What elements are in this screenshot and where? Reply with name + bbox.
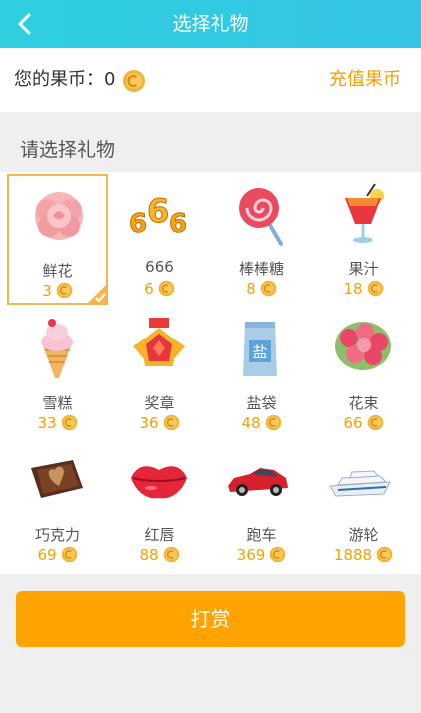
gift-name: 巧克力 (34, 526, 80, 544)
recharge-button[interactable]: 充值果币 (329, 48, 401, 112)
sports-car-icon (228, 468, 288, 496)
ice-cream-icon (41, 319, 73, 378)
gift-name: 跑车 (246, 526, 277, 544)
gift-item-cruise-ship[interactable]: 游轮 1888 (313, 440, 414, 571)
section-title: 请选择礼物 (20, 139, 116, 161)
page-title: 选择礼物 (172, 13, 249, 35)
gift-price: 369 (211, 546, 312, 564)
gift-price: 48 (211, 414, 312, 432)
balance-bar: 您的果币：0 充值果币 (0, 48, 421, 112)
gift-price: 33 (7, 414, 108, 432)
coin-icon (158, 280, 175, 297)
gift-item-lollipop[interactable]: 棒棒糖 8 (211, 174, 312, 305)
gift-item-salt-bag[interactable]: 盐 盐袋 48 (211, 308, 312, 439)
svg-text:6: 6 (169, 209, 187, 239)
coin-icon (61, 546, 77, 563)
coin-icon (163, 414, 179, 431)
coin-icon (270, 546, 286, 563)
cruise-ship-icon (329, 470, 391, 497)
bouquet-icon (335, 322, 391, 370)
header-bar: 选择礼物 (0, 0, 421, 48)
gift-price: 6 (109, 280, 210, 298)
gift-item-chocolate[interactable]: 巧克力 69 (7, 440, 108, 571)
coin-icon (367, 280, 383, 297)
coin-icon (56, 282, 73, 299)
rose-icon (35, 192, 83, 240)
gift-name: 雪糕 (42, 394, 73, 412)
gift-item-flower[interactable]: 鲜花 3 (7, 174, 108, 305)
lollipop-icon (239, 188, 283, 246)
gift-price: 18 (313, 280, 414, 298)
gift-item-medal[interactable]: 奖章 36 (109, 308, 210, 439)
svg-text:6: 6 (147, 192, 169, 230)
gift-name: 果汁 (348, 260, 379, 278)
svg-text:6: 6 (129, 209, 147, 239)
gift-name: 鲜花 (42, 262, 73, 280)
lips-icon (131, 466, 187, 499)
juice-icon (345, 183, 384, 243)
salt-bag-icon: 盐 (243, 322, 277, 376)
gift-item-ice-cream[interactable]: 雪糕 33 (7, 308, 108, 439)
coin-icon (163, 546, 179, 563)
gift-price: 36 (109, 414, 210, 432)
666-icon: 6 6 6 (129, 192, 188, 240)
gift-price: 66 (313, 414, 414, 432)
balance-label: 您的果币：0 (14, 69, 116, 90)
gift-name: 红唇 (144, 526, 175, 544)
gift-item-lips[interactable]: 红唇 88 (109, 440, 210, 571)
gift-price: 1888 (313, 546, 414, 564)
svg-text:盐: 盐 (252, 343, 267, 361)
selected-check-icon (86, 283, 108, 305)
coin-icon (376, 546, 393, 563)
gift-name: 棒棒糖 (238, 260, 284, 278)
coin-icon (265, 414, 281, 431)
gift-name: 游轮 (348, 526, 379, 544)
gift-name: 花束 (348, 394, 379, 412)
gift-price: 69 (7, 546, 108, 564)
gift-name: 盐袋 (246, 394, 277, 412)
gift-item-666[interactable]: 6 6 6 666 6 (109, 174, 210, 305)
gift-item-bouquet[interactable]: 花束 66 (313, 308, 414, 439)
gift-price: 8 (211, 280, 312, 298)
gift-name: 奖章 (144, 394, 175, 412)
medal-icon (133, 318, 185, 366)
chocolate-icon (31, 460, 83, 498)
coin-icon (260, 280, 277, 297)
gift-price: 88 (109, 546, 210, 564)
gift-name: 666 (145, 258, 174, 276)
gift-grid: 鲜花 3 6 6 6 666 6 棒棒糖 8 果汁 18 雪糕 33 奖章 36… (0, 172, 421, 574)
gift-item-sports-car[interactable]: 跑车 369 (211, 440, 312, 571)
gift-item-juice[interactable]: 果汁 18 (313, 174, 414, 305)
coin-icon (367, 414, 383, 431)
coin-icon (123, 70, 145, 92)
reward-button[interactable]: 打赏 (16, 591, 405, 647)
coin-icon (61, 414, 77, 431)
